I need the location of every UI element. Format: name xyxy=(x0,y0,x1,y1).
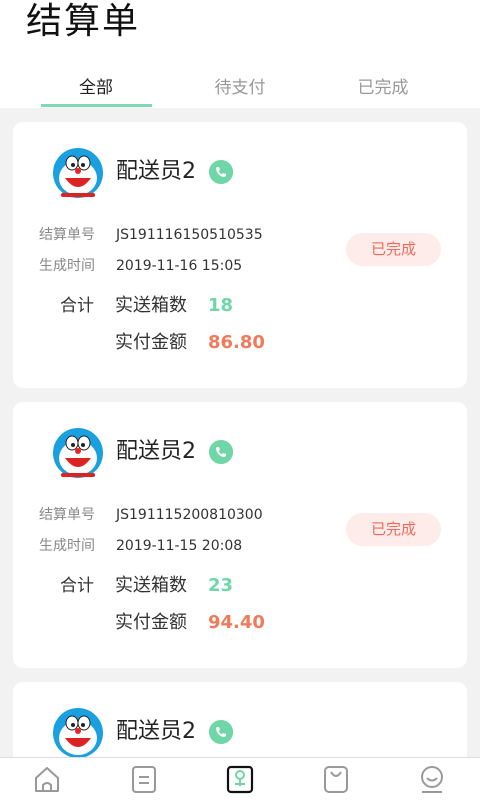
settlement-card[interactable]: 配送员2 xyxy=(13,682,467,758)
created-at-label: 生成时间 xyxy=(39,538,95,554)
created-at-value: 2019-11-16 15:05 xyxy=(116,258,243,274)
boxes-value: 23 xyxy=(208,575,234,596)
tab-completed[interactable]: 已完成 xyxy=(328,70,438,108)
doraemon-avatar-icon xyxy=(53,708,103,758)
rider-name: 配送员2 xyxy=(116,439,196,464)
tab-pending[interactable]: 待支付 xyxy=(185,70,295,108)
order-no-label: 结算单号 xyxy=(39,227,95,243)
page-title: 结算单 xyxy=(26,1,141,42)
boxes-value: 18 xyxy=(208,295,234,316)
document-icon[interactable] xyxy=(129,764,159,794)
bottom-tab-bar xyxy=(0,757,480,800)
phone-icon[interactable] xyxy=(209,160,233,184)
amount-value: 86.80 xyxy=(208,332,265,353)
boxes-label: 实送箱数 xyxy=(115,575,187,596)
profile-icon[interactable] xyxy=(417,764,447,794)
home-icon[interactable] xyxy=(32,764,62,794)
boxes-label: 实送箱数 xyxy=(115,295,187,316)
tab-bar: 全部 待支付 已完成 xyxy=(0,70,480,108)
phone-icon[interactable] xyxy=(209,440,233,464)
sum-label: 合计 xyxy=(60,576,94,596)
status-badge: 已完成 xyxy=(346,513,441,546)
order-no-label: 结算单号 xyxy=(39,507,95,523)
amount-value: 94.40 xyxy=(208,612,265,633)
rider-name: 配送员2 xyxy=(116,159,196,184)
phone-icon[interactable] xyxy=(209,720,233,744)
status-badge: 已完成 xyxy=(346,233,441,266)
rider-name: 配送员2 xyxy=(116,719,196,744)
settlement-card[interactable]: 配送员2 结算单号 JS191115200810300 生成时间 2019-11… xyxy=(13,402,467,668)
created-at-label: 生成时间 xyxy=(39,258,95,274)
created-at-value: 2019-11-15 20:08 xyxy=(116,538,243,554)
amount-label: 实付金额 xyxy=(115,612,187,633)
tab-all[interactable]: 全部 xyxy=(41,70,151,108)
order-no-value: JS191115200810300 xyxy=(116,507,263,523)
sum-label: 合计 xyxy=(60,296,94,316)
order-no-value: JS191116150510535 xyxy=(116,227,263,243)
header: 结算单 全部 待支付 已完成 xyxy=(0,0,480,108)
amount-label: 实付金额 xyxy=(115,332,187,353)
doraemon-avatar-icon xyxy=(53,148,103,198)
settlement-card[interactable]: 配送员2 结算单号 JS191116150510535 生成时间 2019-11… xyxy=(13,122,467,388)
doraemon-avatar-icon xyxy=(53,428,103,478)
settlement-icon[interactable] xyxy=(225,764,255,794)
tab-underline xyxy=(41,104,152,107)
bag-icon[interactable] xyxy=(321,764,351,794)
